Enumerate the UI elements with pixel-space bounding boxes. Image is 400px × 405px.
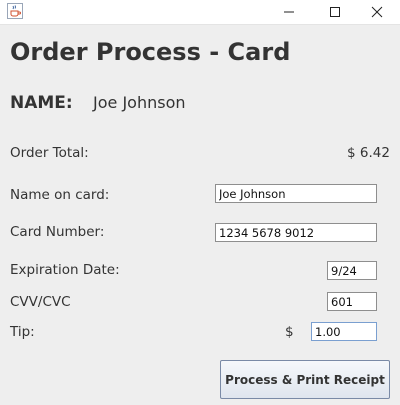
tip-field[interactable] <box>311 322 377 341</box>
maximize-icon <box>330 7 340 17</box>
maximize-button[interactable] <box>312 0 358 24</box>
order-total-label: Order Total: <box>10 145 89 161</box>
tip-label: Tip: <box>10 324 35 340</box>
process-print-receipt-button[interactable]: Process & Print Receipt <box>220 360 390 399</box>
card-number-label: Card Number: <box>10 224 105 240</box>
expiration-date-label: Expiration Date: <box>10 262 120 278</box>
cvv-field[interactable] <box>327 292 377 311</box>
page-title: Order Process - Card <box>10 38 291 66</box>
title-bar <box>0 0 400 25</box>
java-cup-icon <box>7 3 23 19</box>
customer-name-label: NAME: <box>10 93 73 113</box>
expiration-date-field[interactable] <box>327 261 377 280</box>
order-total-value: $ 6.42 <box>347 145 390 161</box>
customer-name-value: Joe Johnson <box>93 93 186 112</box>
tip-currency-symbol: $ <box>285 324 294 340</box>
cvv-label: CVV/CVC <box>10 294 71 310</box>
close-icon <box>371 6 383 18</box>
name-on-card-label: Name on card: <box>10 187 110 203</box>
minimize-button[interactable] <box>266 0 312 24</box>
name-on-card-field[interactable] <box>215 184 377 203</box>
close-button[interactable] <box>354 0 400 24</box>
minimize-icon <box>284 11 294 13</box>
card-number-field[interactable] <box>215 223 377 242</box>
